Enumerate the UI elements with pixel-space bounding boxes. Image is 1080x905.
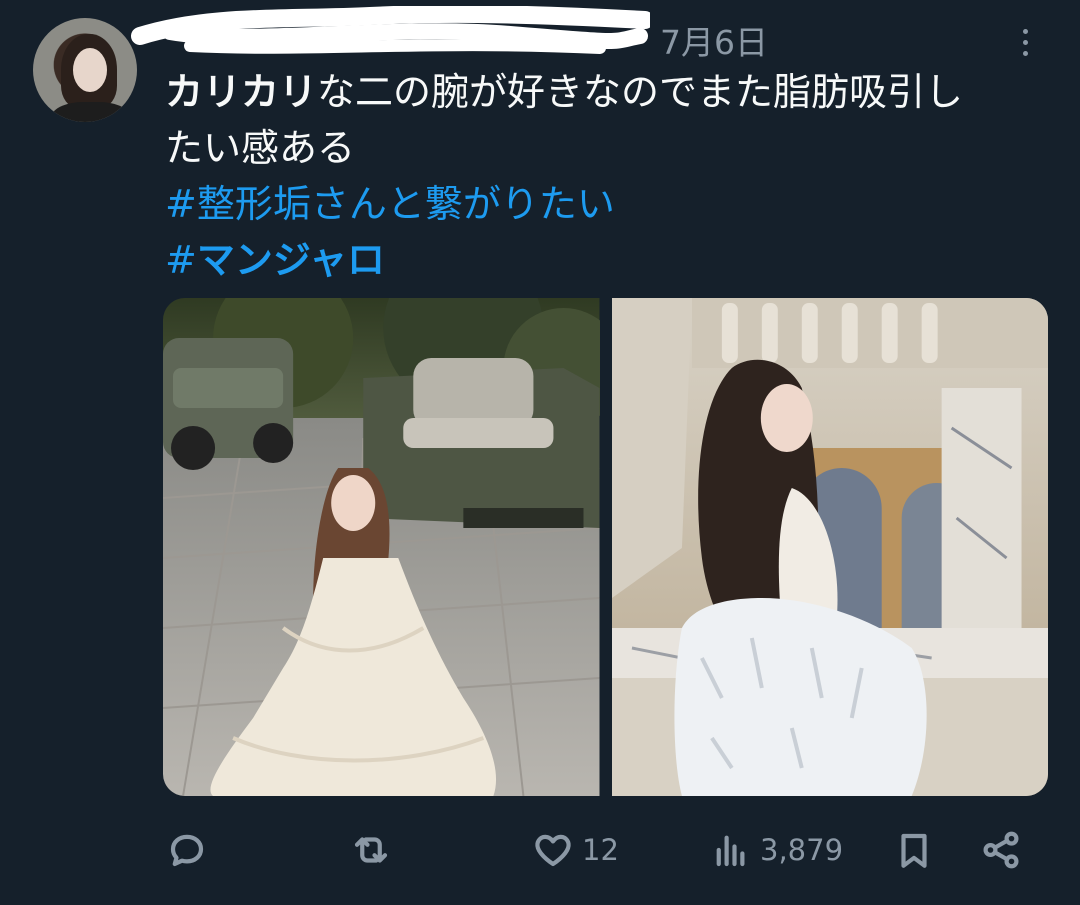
photo-right[interactable] [611,298,1048,796]
tweet-date[interactable]: 7月6日 [660,16,768,64]
like-count: 12 [582,833,619,867]
avatar-body [51,102,131,122]
views-icon [716,835,745,867]
hashtag-1[interactable]: #整形垢さんと繋がりたい [165,176,1060,232]
reply-button[interactable] [166,820,216,880]
tweet-text-line1: な二の腕が好きなのでまた脂肪吸引し [317,70,964,114]
views-button[interactable]: 3,879 [710,820,843,880]
share-button[interactable] [980,820,1030,880]
reply-icon [170,834,204,867]
like-button[interactable]: 12 [532,820,619,880]
photo-left[interactable] [163,298,600,796]
hashtag-2[interactable]: #マンジャロ [165,232,1060,288]
tweet[interactable]: 7月6日 カリカリな二の腕が好きなのでまた脂肪吸引し たい感ある #整形垢さんと… [0,0,1080,905]
tweet-text: カリカリな二の腕が好きなのでまた脂肪吸引し たい感ある #整形垢さんと繋がりたい… [165,64,1060,288]
more-options-icon[interactable] [1010,22,1040,62]
action-bar: 12 3,879 [0,820,1080,880]
bookmark-icon [901,833,927,868]
avatar-face [73,48,107,92]
heart-icon [535,834,571,867]
retweet-button[interactable] [350,820,400,880]
tweet-text-bold: カリカリ [165,70,318,114]
views-count: 3,879 [760,833,844,867]
tweet-text-line2: たい感ある [165,126,356,170]
bookmark-button[interactable] [893,820,943,880]
avatar[interactable] [33,18,137,122]
share-icon [983,831,1019,869]
username-redaction [131,6,650,54]
media-grid [163,298,1048,796]
retweet-icon [354,837,388,863]
